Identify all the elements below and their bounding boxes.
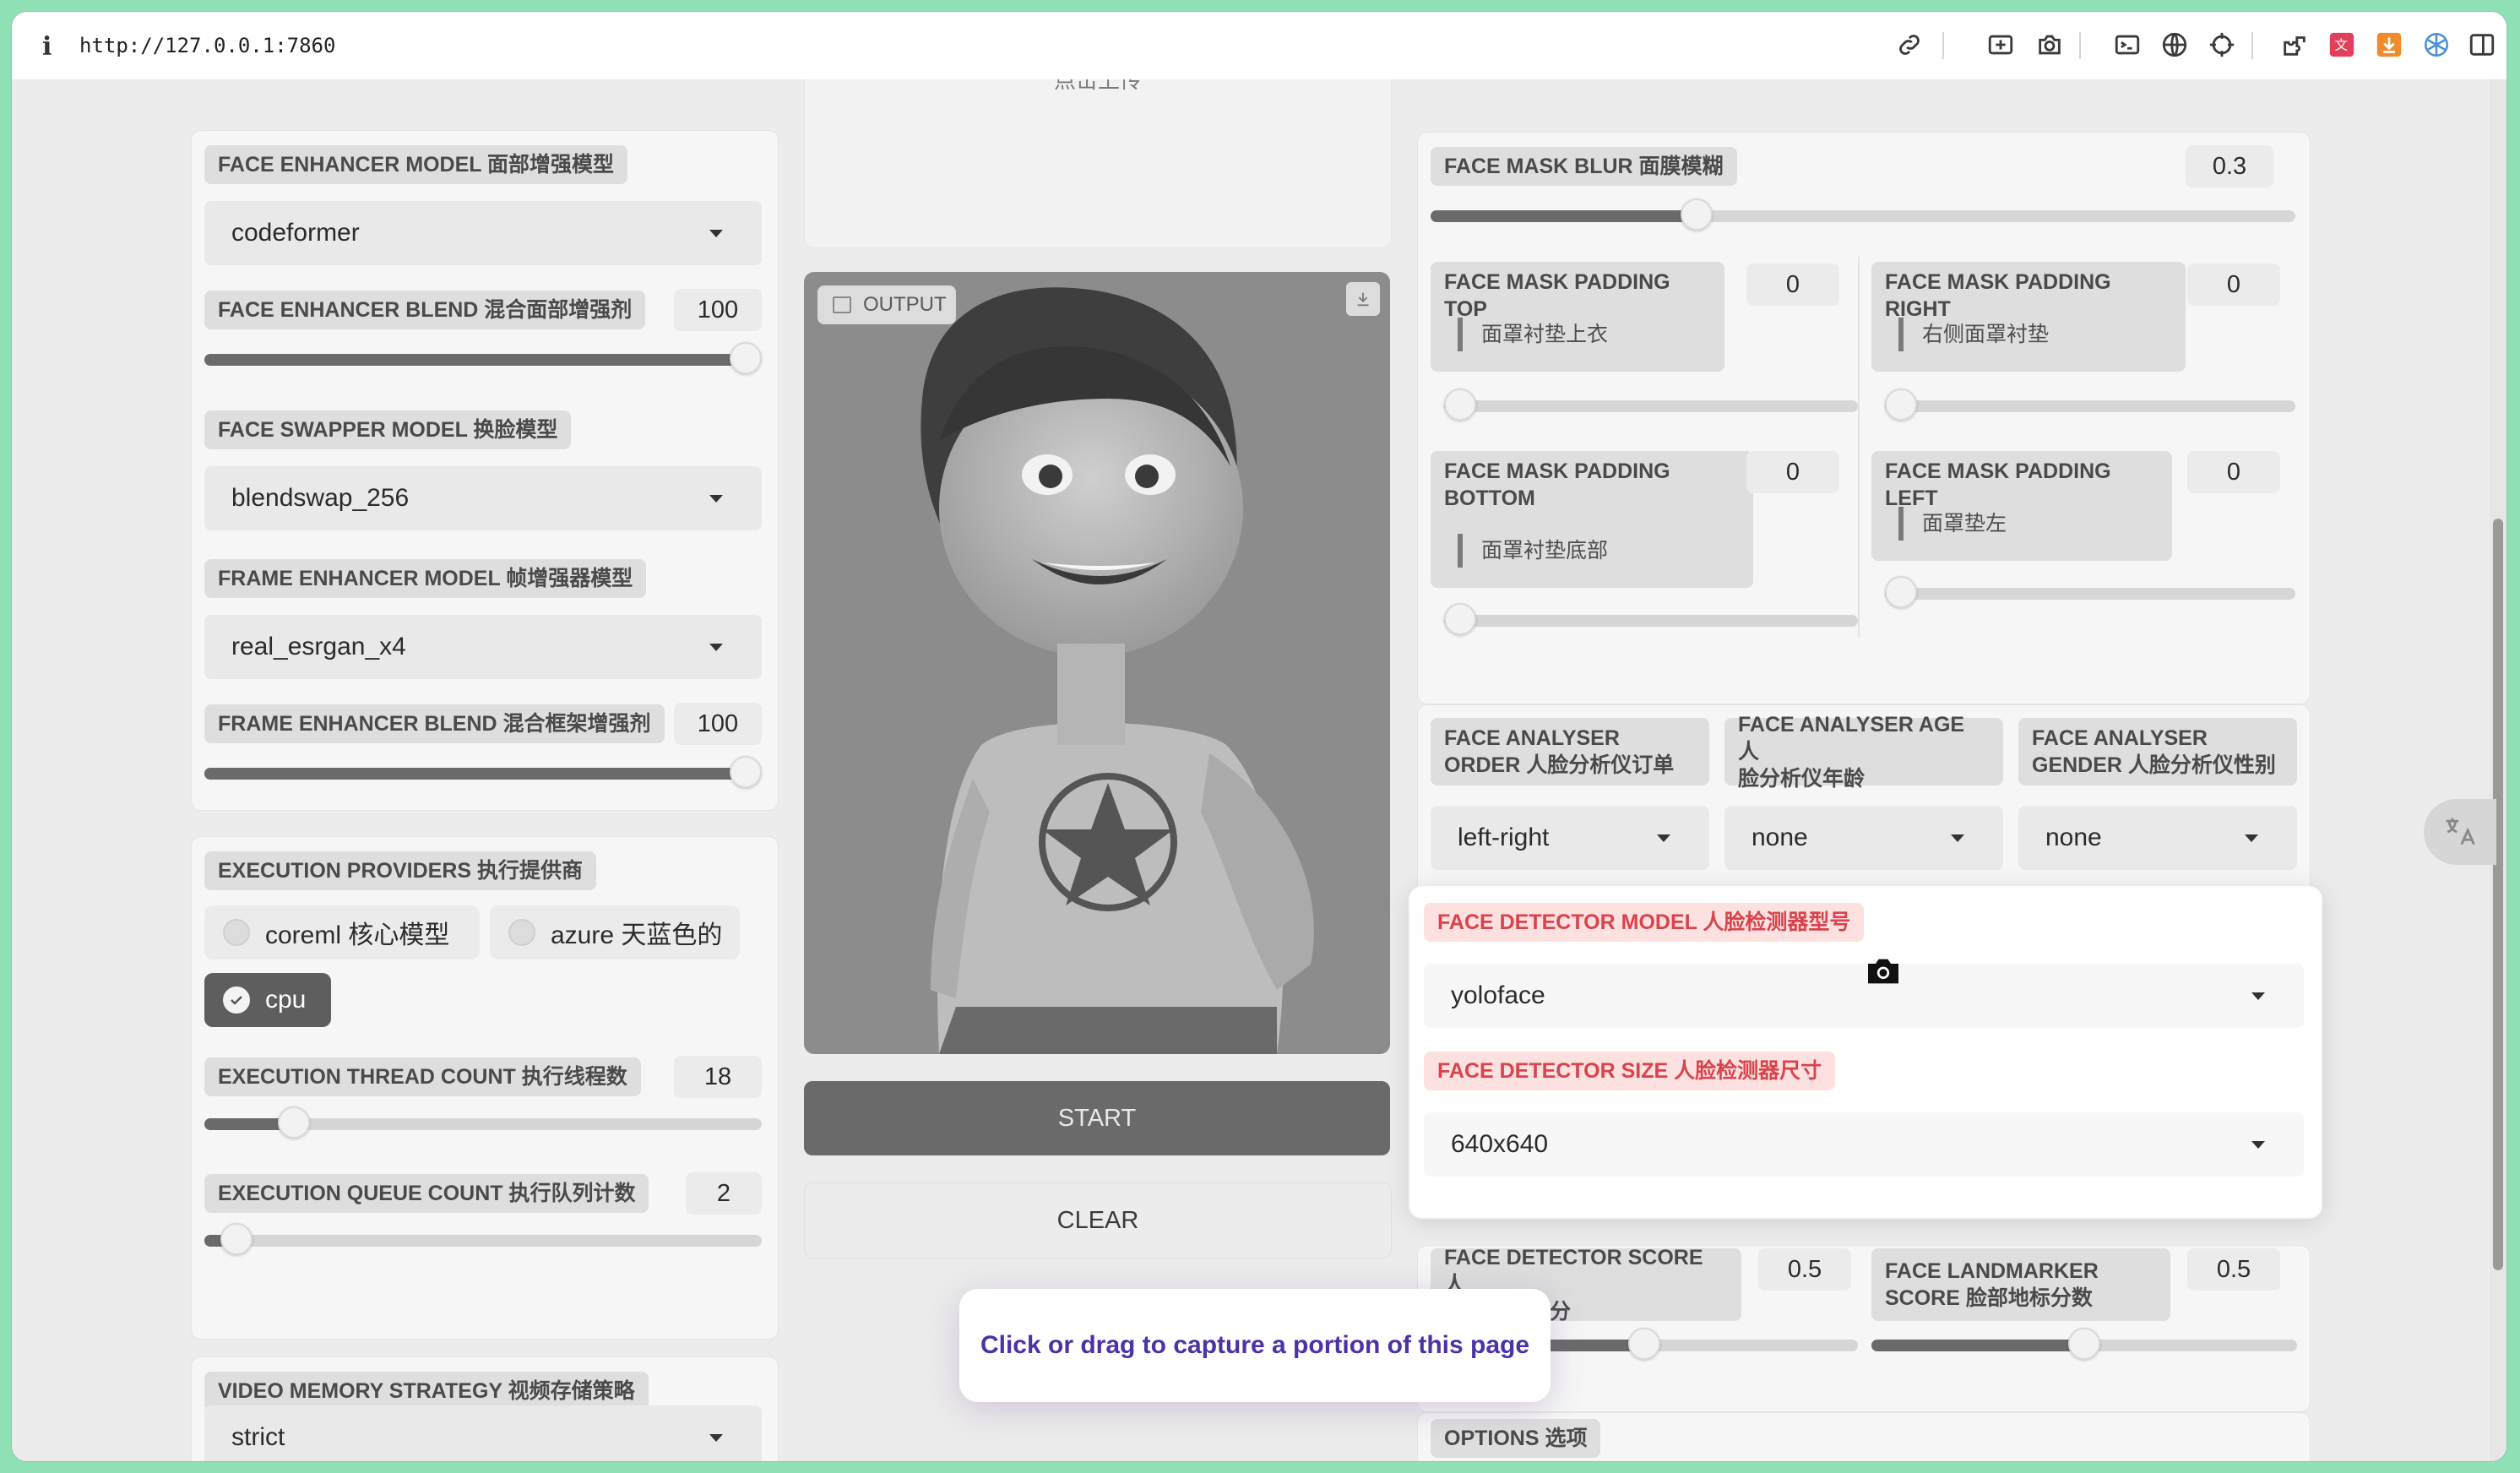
camera-cursor-icon: [1865, 956, 1902, 987]
svg-text:文: 文: [2335, 38, 2349, 53]
face-detector-model-dropdown[interactable]: yoloface: [1424, 964, 2304, 1028]
padding-top-sublabel: 面罩衬垫上衣: [1458, 318, 1608, 351]
page-scrollbar[interactable]: [2490, 79, 2506, 1461]
execution-providers-label: EXECUTION PROVIDERS 执行提供商: [204, 851, 596, 890]
camera-icon[interactable]: [2035, 30, 2064, 59]
checkmark-icon: [223, 987, 250, 1014]
screenshot-icon[interactable]: [1986, 30, 2015, 59]
face-swapper-model-dropdown[interactable]: blendswap_256: [204, 466, 762, 530]
execution-thread-count-slider[interactable]: [204, 1106, 762, 1139]
browser-window: i http://127.0.0.1:7860 文 FACE ENHANCER …: [12, 12, 2506, 1461]
padding-bottom-input[interactable]: 0: [1746, 451, 1839, 493]
face-analyser-age-label: FACE ANALYSER AGE 人 脸分析仪年龄: [1724, 713, 2003, 791]
network-icon[interactable]: [2422, 30, 2451, 59]
padding-right-sublabel: 右侧面罩衬垫: [1898, 318, 2049, 351]
site-info-icon[interactable]: i: [42, 32, 52, 62]
face-analyser-order-label: FACE ANALYSER ORDER 人脸分析仪订单: [1431, 718, 1709, 785]
execution-thread-count-input[interactable]: 18: [674, 1056, 762, 1098]
face-landmarker-score-label: FACE LANDMARKER SCORE 脸部地标分数: [1871, 1248, 2170, 1321]
padding-left-label: FACE MASK PADDING LEFT: [1871, 451, 2172, 561]
start-button[interactable]: START: [804, 1081, 1390, 1155]
chevron-down-icon: [709, 494, 723, 503]
frame-enhancer-blend-label: FRAME ENHANCER BLEND 混合框架增强剂: [204, 704, 665, 743]
output-character-image: [921, 287, 1314, 1054]
padding-right-label: FACE MASK PADDING RIGHT: [1871, 262, 2186, 372]
capture-highlight-region[interactable]: FACE DETECTOR MODEL 人脸检测器型号 yoloface FAC…: [1410, 888, 2321, 1217]
provider-option-cpu[interactable]: cpu: [204, 973, 331, 1027]
chevron-down-icon: [1657, 834, 1670, 842]
extension-icon[interactable]: [2280, 30, 2309, 59]
face-enhancer-blend-slider[interactable]: [204, 342, 762, 374]
padding-left-sublabel: 面罩垫左: [1898, 507, 2007, 541]
sidebar-icon[interactable]: [2468, 30, 2496, 59]
face-analyser-order-dropdown[interactable]: left-right: [1431, 806, 1709, 870]
frame-enhancer-blend-slider[interactable]: [204, 756, 762, 788]
divider: [1858, 257, 1860, 637]
url-field[interactable]: http://127.0.0.1:7860: [79, 34, 335, 57]
chevron-down-icon: [709, 1433, 723, 1442]
face-detector-size-dropdown[interactable]: 640x640: [1424, 1112, 2304, 1177]
padding-top-label: FACE MASK PADDING TOP: [1431, 262, 1724, 372]
padding-bottom-slider[interactable]: [1444, 603, 1858, 635]
face-analyser-age-dropdown[interactable]: none: [1724, 806, 2003, 870]
face-landmarker-score-input[interactable]: 0.5: [2187, 1248, 2280, 1291]
video-memory-strategy-dropdown[interactable]: strict: [204, 1405, 762, 1461]
frame-enhancer-model-label: FRAME ENHANCER MODEL 帧增强器模型: [204, 559, 647, 598]
chevron-down-icon: [2251, 992, 2265, 1000]
execution-queue-count-input[interactable]: 2: [686, 1172, 762, 1215]
face-enhancer-model-dropdown[interactable]: codeformer: [204, 201, 762, 265]
padding-right-slider[interactable]: [1885, 389, 2295, 421]
address-bar: i http://127.0.0.1:7860 文: [12, 12, 2506, 80]
page-translate-icon[interactable]: [2424, 799, 2496, 865]
output-image-panel: OUTPUT: [804, 272, 1390, 1054]
face-mask-blur-input[interactable]: 0.3: [2186, 145, 2273, 188]
padding-top-slider[interactable]: [1444, 389, 1858, 421]
chevron-down-icon: [709, 643, 723, 651]
face-swapper-model-label: FACE SWAPPER MODEL 换脸模型: [204, 410, 572, 449]
padding-left-input[interactable]: 0: [2187, 451, 2280, 493]
chevron-down-icon: [1951, 834, 1964, 842]
face-landmarker-score-slider[interactable]: [1871, 1328, 2297, 1360]
capture-hint-toast: Click or drag to capture a portion of th…: [959, 1289, 1551, 1402]
padding-left-slider[interactable]: [1885, 576, 2295, 608]
face-enhancer-model-label: FACE ENHANCER MODEL 面部增强模型: [204, 145, 628, 184]
face-detector-size-label: FACE DETECTOR SIZE 人脸检测器尺寸: [1424, 1052, 1836, 1090]
face-mask-blur-label: FACE MASK BLUR 面膜模糊: [1431, 147, 1737, 186]
provider-option-coreml[interactable]: coreml 核心模型: [204, 905, 480, 959]
padding-top-input[interactable]: 0: [1746, 264, 1839, 306]
chevron-down-icon: [709, 229, 723, 237]
page-content: FACE ENHANCER MODEL 面部增强模型 codeformer FA…: [12, 79, 2506, 1461]
padding-bottom-sublabel: 面罩衬垫底部: [1458, 534, 1608, 568]
face-detector-model-label: FACE DETECTOR MODEL 人脸检测器型号: [1424, 903, 1865, 942]
provider-option-azure[interactable]: azure 天蓝色的: [490, 905, 740, 959]
translate-icon[interactable]: 文: [2327, 30, 2356, 59]
face-analyser-gender-dropdown[interactable]: none: [2018, 806, 2297, 870]
chevron-down-icon: [2251, 1140, 2265, 1149]
link-icon[interactable]: [1895, 30, 1924, 59]
source-upload-area[interactable]: 点击上传: [804, 79, 1392, 248]
execution-queue-count-slider[interactable]: [204, 1223, 762, 1255]
face-enhancer-blend-label: FACE ENHANCER BLEND 混合面部增强剂: [204, 291, 646, 329]
frame-enhancer-model-dropdown[interactable]: real_esrgan_x4: [204, 615, 762, 679]
face-mask-blur-slider[interactable]: [1431, 198, 2295, 231]
terminal-icon[interactable]: [2113, 30, 2142, 59]
chevron-down-icon: [2245, 834, 2258, 842]
face-analyser-gender-label: FACE ANALYSER GENDER 人脸分析仪性别: [2018, 718, 2297, 785]
face-enhancer-blend-input[interactable]: 100: [674, 289, 762, 331]
download-icon[interactable]: [2375, 30, 2403, 59]
execution-queue-count-label: EXECUTION QUEUE COUNT 执行队列计数: [204, 1174, 649, 1213]
padding-right-input[interactable]: 0: [2187, 264, 2280, 306]
face-detector-score-input[interactable]: 0.5: [1758, 1248, 1851, 1291]
upload-hint: 点击上传: [1053, 79, 1142, 93]
globe-icon[interactable]: [2160, 30, 2189, 59]
crosshair-icon[interactable]: [2208, 30, 2236, 59]
execution-thread-count-label: EXECUTION THREAD COUNT 执行线程数: [204, 1057, 641, 1096]
frame-enhancer-blend-input[interactable]: 100: [674, 703, 762, 745]
options-label: OPTIONS 选项: [1431, 1419, 1601, 1458]
clear-button[interactable]: CLEAR: [804, 1182, 1392, 1258]
